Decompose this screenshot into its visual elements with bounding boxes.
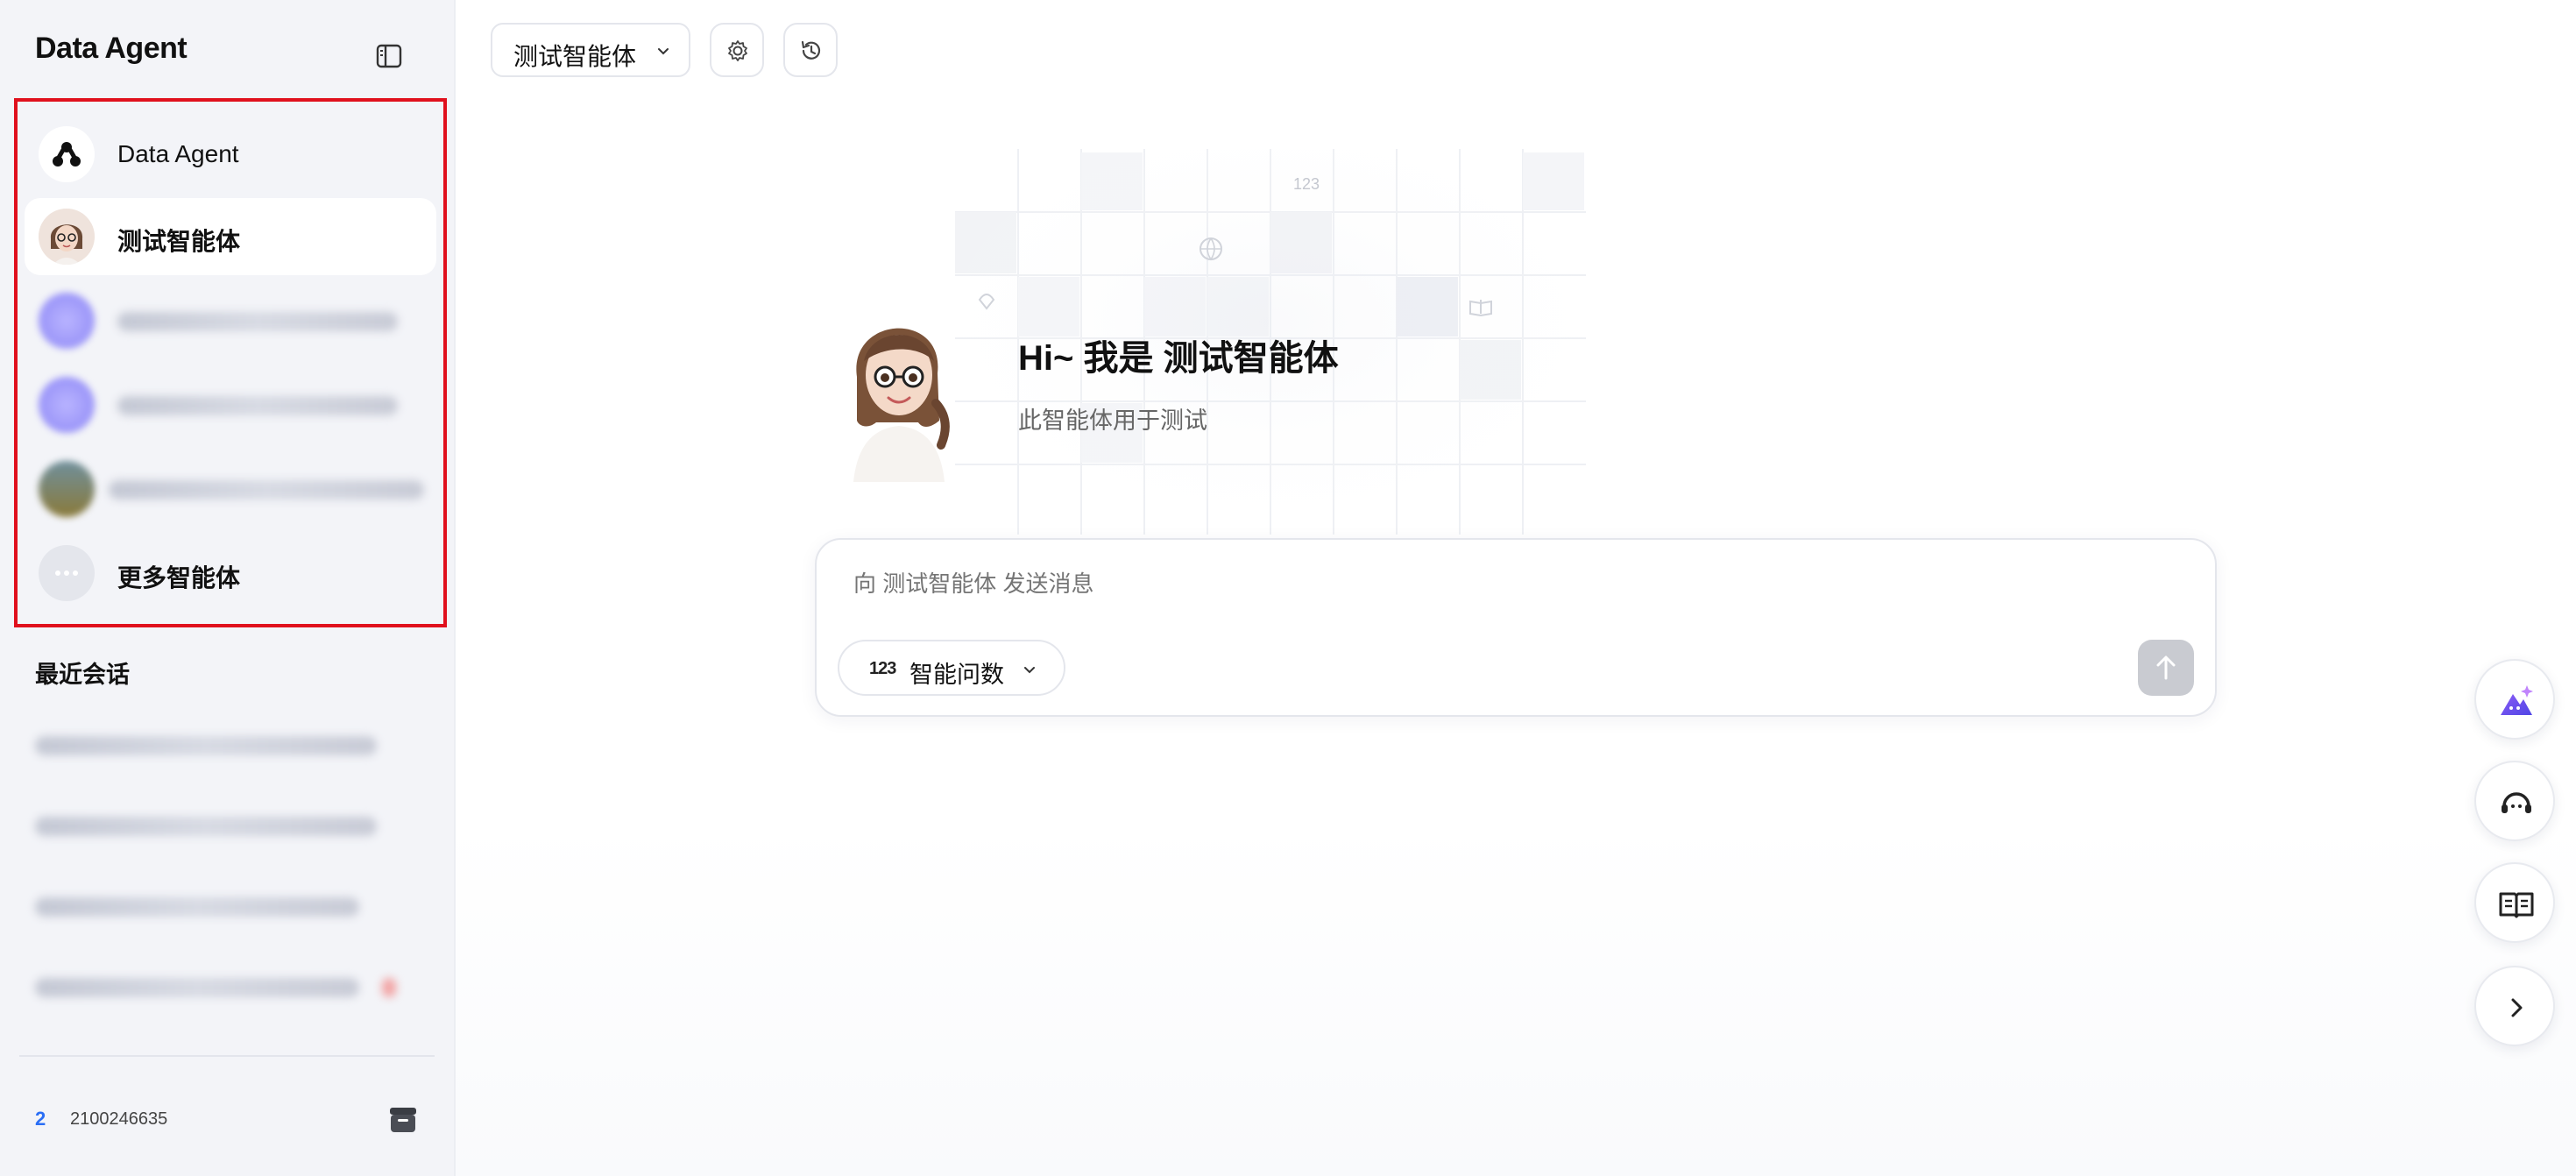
message-composer: 123 智能问数 [815, 538, 2217, 717]
number-icon: 123 [869, 659, 896, 678]
divider [19, 1055, 435, 1057]
blurred-badge [382, 978, 396, 997]
agent-name: 更多智能体 [117, 564, 241, 592]
chevron-down-icon [1024, 667, 1035, 674]
welcome-title: Hi~ 我是 测试智能体 [1018, 339, 1339, 378]
blurred-session-title [35, 978, 359, 997]
docs-button[interactable] [2474, 862, 2555, 943]
more-dots-icon [39, 545, 95, 601]
recent-session-item[interactable] [35, 736, 377, 757]
user-level-badge: 2 [35, 1108, 46, 1130]
user-id: 2100246635 [70, 1109, 168, 1129]
send-button[interactable] [2138, 640, 2194, 696]
recent-session-item[interactable] [35, 978, 403, 999]
sidebar-collapse-icon[interactable] [375, 42, 403, 70]
ai-assistant-button[interactable] [2474, 659, 2555, 740]
expand-panel-button[interactable] [2474, 966, 2555, 1046]
blurred-session-title [35, 897, 359, 917]
agent-name: 测试智能体 [117, 228, 241, 255]
more-agents-item[interactable]: 更多智能体 [25, 535, 436, 612]
blurred-agent-name [109, 480, 424, 499]
data-agent-logo-icon [39, 126, 95, 182]
recent-sessions-title: 最近会话 [35, 662, 130, 688]
agent-avatar [39, 377, 95, 433]
blurred-agent-name [117, 396, 398, 415]
agent-select-label: 测试智能体 [513, 43, 637, 70]
agent-name: Data Agent [117, 140, 239, 167]
blurred-agent-name [117, 312, 398, 331]
chevron-right-icon [2511, 998, 2523, 1017]
agent-list-highlight: Data Agent 测试智能体 更多智能体 [14, 98, 447, 627]
book-icon [2499, 892, 2534, 918]
welcome-subtitle: 此智能体用于测试 [1018, 407, 1207, 434]
message-input[interactable] [852, 570, 2082, 599]
agent-avatar [39, 209, 95, 265]
agent-item-test[interactable]: 测试智能体 [25, 198, 436, 275]
chevron-down-icon [658, 48, 669, 55]
blurred-session-title [35, 736, 377, 755]
agent-item-blurred[interactable] [25, 282, 436, 359]
settings-button[interactable] [710, 23, 764, 77]
history-icon [801, 40, 821, 60]
archive-icon[interactable] [387, 1106, 419, 1134]
agent-item-data-agent[interactable]: Data Agent [25, 116, 436, 193]
agent-avatar-large [853, 328, 950, 482]
agent-select-dropdown[interactable]: 测试智能体 [491, 23, 690, 77]
history-button[interactable] [783, 23, 838, 77]
recent-session-item[interactable] [35, 817, 377, 838]
blurred-session-title [35, 817, 377, 836]
mountain-sparkle-icon [2501, 685, 2533, 715]
main-area: 测试智能体 123 Hi~ 我是 测试智能体 此智能体用于测试 向 测试智能体 … [456, 0, 2576, 1176]
agent-avatar [39, 461, 95, 517]
mode-label: 智能问数 [909, 662, 1004, 688]
agent-avatar [39, 293, 95, 349]
headset-icon [2502, 792, 2531, 813]
svg-text:123: 123 [1293, 175, 1320, 193]
gear-icon [728, 40, 747, 61]
arrow-up-icon [2156, 655, 2176, 680]
sidebar: Data Agent Data Agent 测试智能体 更多智能体 最近会话 2… [0, 0, 456, 1176]
recent-session-item[interactable] [35, 897, 359, 918]
app-title: Data Agent [35, 32, 188, 65]
agent-item-blurred[interactable] [25, 450, 436, 528]
customer-support-button[interactable] [2474, 761, 2555, 841]
mode-select-button[interactable]: 123 智能问数 [838, 640, 1065, 696]
agent-item-blurred[interactable] [25, 366, 436, 443]
